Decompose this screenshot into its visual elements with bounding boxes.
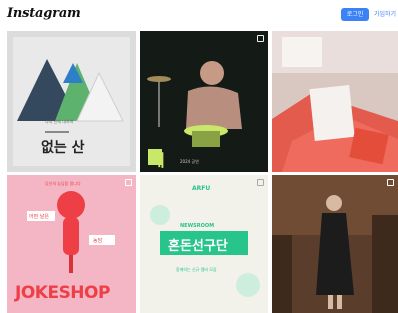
post-tile[interactable]: 당신의 농담을 팝니다 어떤 날은 농담 JOKESHOP <box>7 175 136 313</box>
multi-photo-icon <box>125 179 132 186</box>
post-caption: 2024 공연 <box>180 159 199 164</box>
post-caption: 나의 산에 대하여 <box>45 119 74 124</box>
post-image-person <box>272 175 398 313</box>
post-headline: 혼돈선구단 <box>168 239 228 254</box>
multi-photo-icon <box>257 35 264 42</box>
post-headline: 해 <box>150 151 165 170</box>
badge-top: 어떤 날은 <box>29 214 49 220</box>
post-tile[interactable] <box>272 175 398 313</box>
instagram-logo[interactable]: Instagram <box>7 6 81 21</box>
post-tile[interactable] <box>272 31 398 172</box>
post-tile[interactable]: 해 2024 공연 <box>140 31 268 172</box>
post-headline: 없는 산 <box>41 140 85 156</box>
post-tile[interactable]: ARFU NEWSROOM 혼돈선구단 함께하는 신규 멤버 모집 <box>140 175 268 313</box>
post-subhead: NEWSROOM <box>180 223 215 229</box>
post-tile[interactable]: 나의 산에 대하여 없는 산 <box>7 31 136 172</box>
post-caption: 함께하는 신규 멤버 모집 <box>176 267 217 272</box>
post-headline: JOKESHOP <box>15 283 110 303</box>
post-tag: ARFU <box>192 185 211 192</box>
post-caption: 당신의 농담을 팝니다 <box>45 181 81 186</box>
multi-photo-icon <box>257 179 264 186</box>
multi-photo-icon <box>387 179 394 186</box>
top-bar: Instagram 로그인 가입하기 <box>0 0 398 30</box>
post-image-red-cards <box>272 31 398 172</box>
login-button[interactable]: 로그인 <box>341 8 369 21</box>
signup-link[interactable]: 가입하기 <box>374 8 396 21</box>
badge-bottom: 농담 <box>93 238 103 244</box>
